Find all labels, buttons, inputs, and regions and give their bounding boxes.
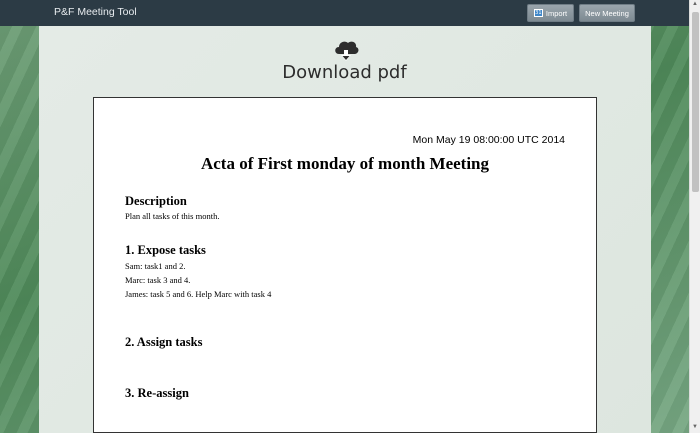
brand-title[interactable]: P&F Meeting Tool	[54, 6, 137, 18]
description-heading: Description	[125, 194, 187, 208]
section-heading: 1. Expose tasks	[125, 243, 206, 257]
import-button[interactable]: 31 Import	[527, 4, 574, 22]
description-text: Plan all tasks of this month.	[125, 211, 220, 221]
download-pdf-link[interactable]: Download pdf	[0, 62, 689, 83]
cloud-download-icon[interactable]	[333, 39, 359, 63]
pdf-preview: Mon May 19 08:00:00 UTC 2014 Acta of Fir…	[93, 97, 597, 433]
section-line: James: task 5 and 6. Help Marc with task…	[125, 289, 272, 299]
top-navbar: P&F Meeting Tool 31 Import New Meeting	[0, 0, 689, 26]
import-label: Import	[545, 8, 568, 18]
section-line: Sam: task1 and 2.	[125, 261, 186, 271]
scroll-down-icon[interactable]: ▼	[692, 424, 698, 430]
scroll-up-icon[interactable]: ▲	[692, 1, 698, 7]
meeting-title: Acta of First monday of month Meeting	[200, 154, 489, 173]
meeting-date: Mon May 19 08:00:00 UTC 2014	[412, 134, 565, 146]
section-heading: 3. Re-assign	[125, 386, 189, 400]
calendar-icon: 31	[533, 9, 543, 17]
section-line: Marc: task 3 and 4.	[125, 275, 191, 285]
scrollbar-thumb[interactable]	[692, 12, 699, 192]
section-heading: 2. Assign tasks	[125, 335, 203, 349]
new-meeting-button[interactable]: New Meeting	[579, 4, 635, 22]
vertical-scrollbar[interactable]: ▲ ▼	[689, 0, 700, 433]
